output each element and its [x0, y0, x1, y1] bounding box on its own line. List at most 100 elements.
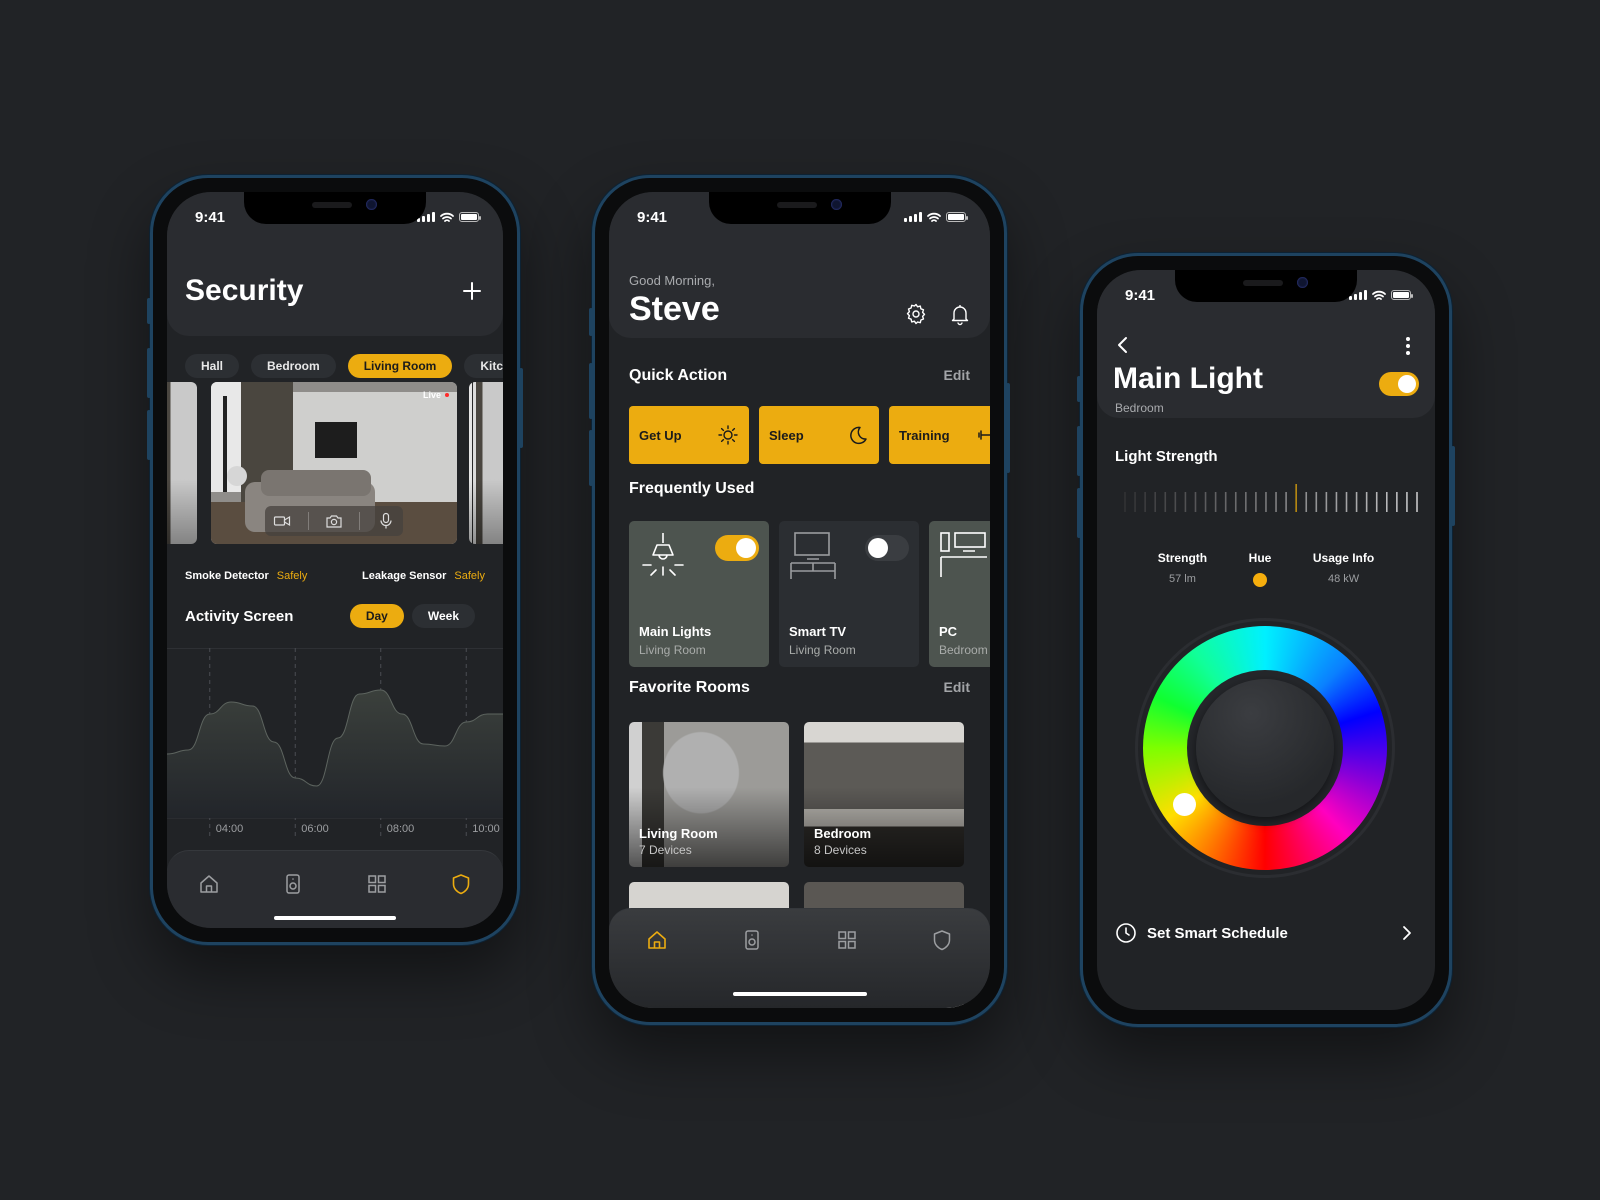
camera-feed-living-room[interactable]: Live [211, 382, 457, 544]
quick-action-training[interactable]: Training [889, 406, 990, 464]
power-toggle[interactable] [1379, 372, 1419, 396]
quick-action-label: Training [899, 427, 950, 443]
camera-feed-previous[interactable] [167, 382, 197, 544]
frequently-used-header: Frequently Used [629, 480, 970, 498]
notch [708, 192, 891, 224]
stat-label: Hue [1248, 551, 1272, 565]
device-card-pc[interactable]: PC Bedroom [929, 521, 990, 667]
tab-rooms[interactable] [364, 871, 390, 897]
room-card-living-room[interactable]: Living Room 7 Devices [629, 722, 789, 867]
smart-schedule-row[interactable]: Set Smart Schedule [1115, 922, 1413, 944]
mute-switch [1077, 376, 1081, 402]
power-button [1006, 383, 1010, 473]
device-card-smart-tv[interactable]: Smart TV Living Room [779, 521, 919, 667]
color-wheel-thumb[interactable] [1173, 792, 1197, 816]
color-wheel[interactable] [1135, 618, 1395, 878]
device-name: Smart TV [789, 624, 847, 639]
mute-switch [589, 308, 593, 336]
clock-icon [1116, 923, 1136, 943]
activity-header: Activity Screen Day Week [185, 604, 475, 628]
section-title: Favorite Rooms [629, 679, 750, 696]
page-title: Main Light [1113, 362, 1263, 395]
device-name: Main Lights [639, 624, 712, 639]
activity-area [167, 690, 503, 818]
battery-icon [1391, 290, 1413, 300]
user-name: Steve [629, 290, 720, 328]
light-strength-slider[interactable] [1121, 482, 1421, 516]
volume-down-button [589, 430, 593, 486]
room-card-bedroom[interactable]: Bedroom 8 Devices [804, 722, 964, 867]
live-dot [445, 393, 449, 397]
video-icon[interactable] [273, 512, 291, 530]
power-button [519, 368, 523, 448]
status-time: 9:41 [195, 208, 226, 226]
color-wheel-knob[interactable] [1196, 679, 1334, 817]
desk-pc-icon [940, 532, 987, 577]
chevron-right-icon [1403, 926, 1411, 940]
main-lights-toggle[interactable] [715, 535, 759, 561]
sensor-leakage: Leakage Sensor Safely [362, 570, 485, 582]
back-chevron-icon[interactable] [1115, 336, 1131, 354]
chip-hall[interactable]: Hall [185, 354, 240, 378]
quick-action-get-up[interactable]: Get Up [629, 406, 749, 464]
range-day[interactable]: Day [349, 604, 404, 628]
plus-icon[interactable] [463, 282, 481, 300]
camera-icon[interactable] [325, 512, 343, 530]
status-time: 9:41 [1125, 286, 1156, 304]
security-screen: 9:41 Security Hall Bedroom Living Room K… [167, 192, 503, 928]
notch [244, 192, 426, 224]
main-light-screen: Main Light Bedroom 9:41 Light Strength S… [1097, 270, 1435, 1010]
room-device-count: 7 Devices [639, 843, 692, 857]
x-tick-label: 06:00 [301, 823, 329, 835]
tab-security[interactable] [448, 871, 474, 897]
tab-devices[interactable] [739, 927, 765, 953]
volume-up-button [589, 363, 593, 419]
x-tick-label: 10:00 [472, 823, 500, 835]
home-indicator[interactable] [274, 916, 396, 920]
quick-action-sleep[interactable]: Sleep [759, 406, 879, 464]
status-time: 9:41 [637, 208, 668, 226]
x-tick-label: 04:00 [216, 823, 244, 835]
header-actions [904, 302, 972, 326]
ceiling-lamp-icon [642, 533, 684, 576]
sensor-status-row: Smoke Detector Safely Leakage Sensor Safel… [185, 570, 485, 582]
stat-strength: Strength 57 lm [1158, 551, 1207, 587]
mute-switch [147, 298, 151, 324]
light-stats: Strength 57 lm Hue Usage Info 48 kW [1137, 551, 1395, 587]
smart-tv-toggle[interactable] [865, 535, 909, 561]
volume-up-button [1077, 426, 1081, 476]
range-week[interactable]: Week [411, 604, 475, 628]
volume-up-button [147, 348, 151, 398]
speaker-icon [745, 930, 759, 950]
device-card-main-lights[interactable]: Main Lights Living Room [629, 521, 769, 667]
grid-icon [838, 931, 856, 949]
tab-home[interactable] [196, 871, 222, 897]
device-room: Living Room [639, 643, 706, 657]
chip-kitchen[interactable]: Kitch [464, 354, 503, 378]
camera-feed-next[interactable] [469, 382, 503, 544]
chip-bedroom[interactable]: Bedroom [251, 354, 336, 378]
shield-icon [934, 930, 951, 951]
sensor-status: Safely [454, 570, 485, 582]
chip-living-room[interactable]: Living Room [347, 354, 453, 378]
favorite-rooms-edit-button[interactable]: Edit [944, 679, 970, 695]
quick-action-edit-button[interactable]: Edit [944, 367, 970, 383]
volume-down-button [1077, 488, 1081, 538]
home-indicator[interactable] [732, 992, 867, 996]
tab-home[interactable] [644, 927, 670, 953]
hue-swatch [1252, 573, 1267, 587]
gear-icon[interactable] [904, 302, 928, 326]
more-vertical-icon[interactable] [1405, 336, 1411, 356]
stat-usage: Usage Info 48 kW [1313, 551, 1374, 587]
page-title: Security [185, 274, 304, 307]
quick-action-label: Get Up [639, 427, 682, 443]
tab-security[interactable] [929, 927, 955, 953]
microphone-icon[interactable] [377, 512, 395, 530]
quick-action-label: Sleep [769, 427, 804, 443]
tab-rooms[interactable] [834, 927, 860, 953]
bell-icon[interactable] [948, 302, 972, 326]
grid-icon [368, 875, 386, 893]
tab-devices[interactable] [280, 871, 306, 897]
x-tick-label: 08:00 [387, 823, 415, 835]
quick-action-list: Get Up Sleep Training [629, 406, 990, 464]
